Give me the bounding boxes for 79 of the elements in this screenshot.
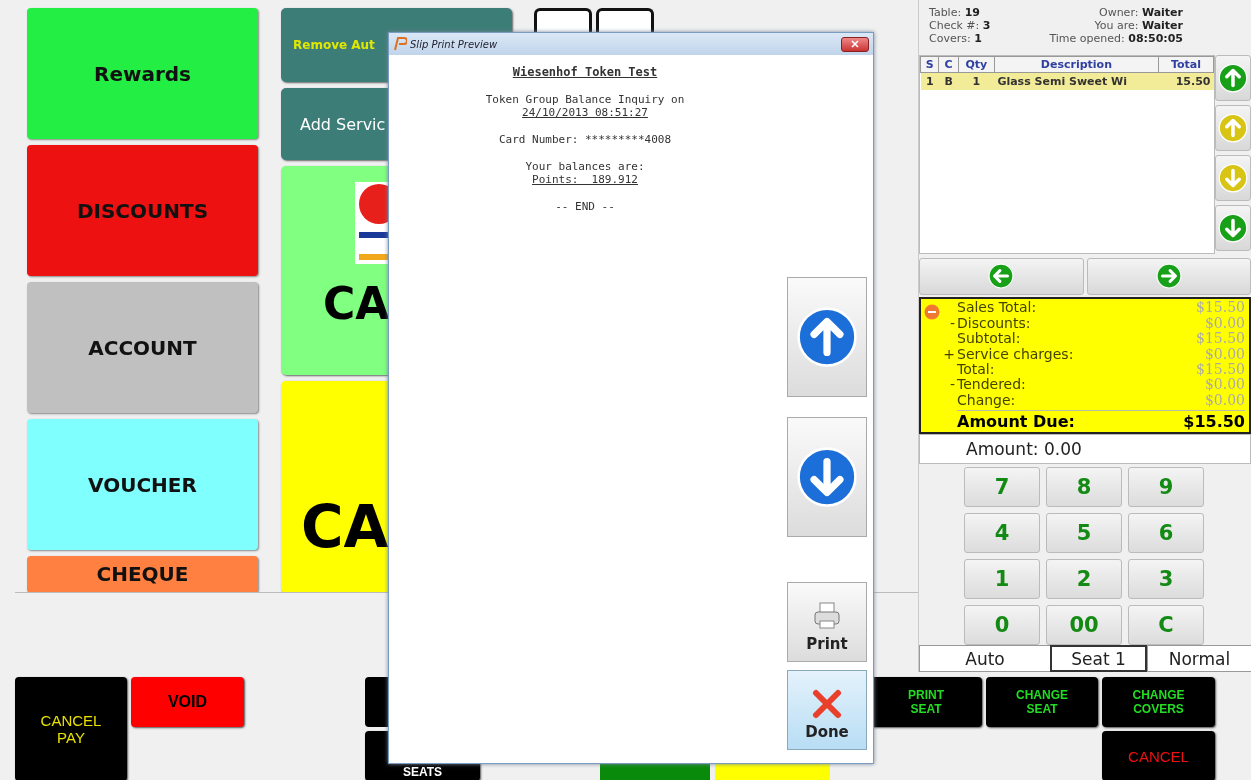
order-info-text: Time opened: 08:50:05 [1049, 32, 1183, 45]
done-button[interactable]: Done [787, 670, 867, 750]
previous-button[interactable] [919, 257, 1084, 296]
total-label: Change: [957, 392, 1017, 409]
total-value: $15.50 [1196, 331, 1245, 347]
app-logo-icon [393, 37, 407, 51]
change-seat-button[interactable]: CHANGE SEAT [986, 677, 1098, 727]
order-info-text: Covers: 1 [929, 32, 983, 45]
total-value: $0.00 [1204, 377, 1245, 393]
scroll-bottom-button[interactable] [1215, 204, 1251, 251]
sign-text: - [948, 315, 956, 332]
keypad-key[interactable]: 00 [1046, 605, 1122, 646]
total-value: $15.50 [1196, 300, 1245, 316]
amount-due-value: $15.50 [1183, 412, 1245, 432]
payment-method-button[interactable]: DISCOUNTS [27, 145, 258, 276]
receipt-line: Card Number: *********4008 [498, 133, 672, 146]
close-icon [812, 689, 842, 719]
column-header: Qty [958, 56, 995, 73]
total-value: $0.00 [1204, 315, 1245, 332]
column-header: S [920, 56, 939, 73]
keypad-key[interactable]: 8 [1046, 467, 1122, 508]
cancel-button[interactable]: CANCEL [1102, 731, 1215, 780]
total-label: Service charges: [957, 346, 1075, 362]
printer-icon [812, 601, 842, 631]
keypad-key[interactable]: 0 [964, 605, 1040, 646]
scroll-up-button[interactable] [787, 277, 867, 397]
scroll-down-button[interactable] [787, 417, 867, 537]
total-value: $0.00 [1204, 392, 1245, 409]
collapse-icon [924, 304, 940, 321]
close-icon [851, 40, 859, 48]
print-button[interactable]: Print [787, 582, 867, 662]
keypad-key[interactable]: 6 [1128, 513, 1204, 554]
total-label: Total: [957, 361, 996, 378]
dialog-title: Slip Print Preview [410, 38, 499, 50]
cancel-pay-button[interactable]: CANCEL PAY [15, 677, 127, 780]
keypad-key[interactable]: 9 [1128, 467, 1204, 508]
amount-due-label: Amount Due: [957, 412, 1075, 432]
total-value: $0.00 [1204, 346, 1245, 362]
sign-text: - [948, 377, 956, 393]
payment-method-button[interactable]: VOUCHER [27, 419, 258, 550]
keypad-key[interactable]: 7 [964, 467, 1040, 508]
keypad-key[interactable]: C [1128, 605, 1204, 646]
receipt-line: Your balances are: [525, 160, 645, 173]
order-row[interactable]: 1 B 1 Glass Semi Sweet Wi 15.50 [920, 72, 1214, 90]
close-button[interactable] [841, 36, 869, 52]
keypad-key[interactable]: 3 [1128, 559, 1204, 600]
receipt-line: Wiesenhof Token Test [512, 65, 658, 79]
amount-field[interactable]: Amount: 0.00 [919, 434, 1251, 465]
mode-tab[interactable]: Auto [919, 645, 1050, 672]
order-info-text: Check #: 3 [929, 19, 991, 32]
keypad-key[interactable]: 4 [964, 513, 1040, 554]
column-header: Description [994, 56, 1159, 73]
sign-text: + [942, 346, 956, 362]
void-button[interactable]: VOID [131, 677, 244, 727]
column-header: Total [1158, 56, 1214, 73]
total-label: Subtotal: [957, 331, 1022, 347]
total-label: Discounts: [957, 315, 1032, 332]
keypad-key[interactable]: 2 [1046, 559, 1122, 600]
keypad-key[interactable]: 1 [964, 559, 1040, 600]
receipt-line: 24/10/2013 08:51:27 [522, 106, 648, 119]
payment-method-button[interactable]: CHEQUE [27, 556, 258, 592]
total-label: Tendered: [957, 377, 1027, 393]
column-header: C [938, 56, 959, 73]
receipt-line: Token Group Balance Inquiry on [485, 93, 685, 106]
keypad-key[interactable]: 5 [1046, 513, 1122, 554]
receipt-line: Points: 189.912 [532, 173, 638, 186]
total-value: $15.50 [1196, 361, 1245, 378]
receipt-line: -- END -- [555, 200, 615, 213]
order-info-text: You are: Waiter [1093, 19, 1183, 32]
order-info-text: Owner: Waiter [1098, 6, 1183, 19]
order-info-text: Table: 19 [929, 6, 981, 19]
change-covers-button[interactable]: CHANGE COVERS [1102, 677, 1215, 727]
mode-tab[interactable]: Normal [1147, 645, 1251, 672]
scroll-top-button[interactable] [1215, 54, 1251, 101]
payment-method-button[interactable]: Rewards [27, 8, 258, 139]
mode-tab[interactable]: Seat 1 [1050, 645, 1147, 672]
payment-method-button[interactable]: ACCOUNT [27, 282, 258, 413]
next-button[interactable] [1086, 257, 1251, 296]
total-label: Sales Total: [957, 300, 1038, 316]
